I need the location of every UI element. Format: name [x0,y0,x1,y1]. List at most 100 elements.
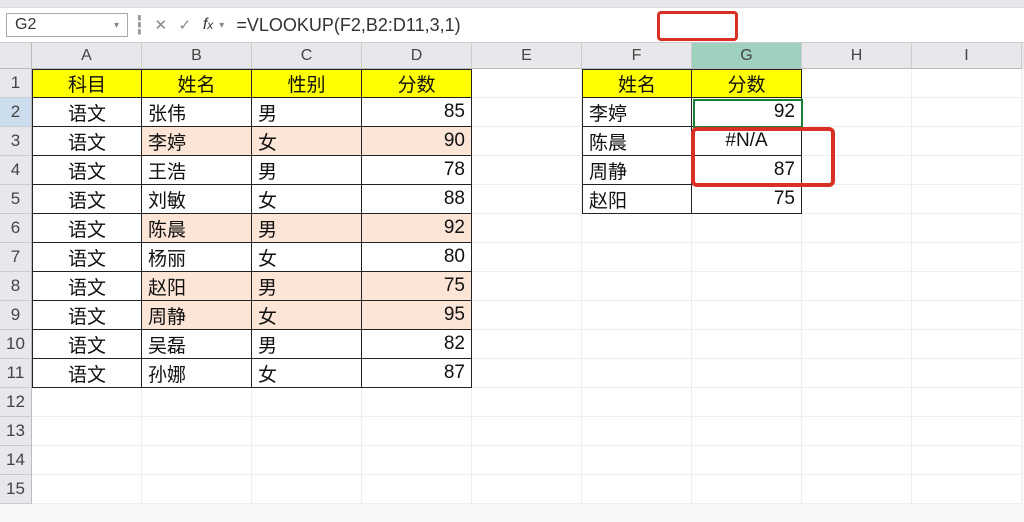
cell[interactable]: 张伟 [142,98,252,127]
cell[interactable] [472,156,582,185]
cell[interactable] [692,214,802,243]
cell[interactable]: 赵阳 [582,185,692,214]
cell[interactable] [802,185,912,214]
cell[interactable] [802,127,912,156]
cell[interactable] [142,417,252,446]
cell[interactable] [912,475,1022,504]
cell[interactable] [692,359,802,388]
cell[interactable] [472,272,582,301]
cell[interactable] [582,417,692,446]
cell[interactable]: 语文 [32,301,142,330]
cell[interactable] [472,98,582,127]
row-header[interactable]: 5 [0,185,32,214]
cell[interactable]: 李婷 [142,127,252,156]
cell[interactable] [142,475,252,504]
cell[interactable]: 女 [252,301,362,330]
cell[interactable]: 分数 [692,69,802,98]
row-header[interactable]: 15 [0,475,32,504]
cell[interactable] [252,417,362,446]
column-header[interactable]: C [252,43,362,69]
cell[interactable] [912,127,1022,156]
cell[interactable] [142,388,252,417]
cell[interactable] [582,272,692,301]
cell[interactable] [472,185,582,214]
cell[interactable] [802,359,912,388]
cell[interactable]: 姓名 [142,69,252,98]
row-header[interactable]: 2 [0,98,32,127]
cell[interactable]: 85 [362,98,472,127]
row-header[interactable]: 6 [0,214,32,243]
cell[interactable]: 75 [362,272,472,301]
name-box[interactable]: G2 ▾ [6,13,128,37]
row-header[interactable]: 8 [0,272,32,301]
cell[interactable] [472,127,582,156]
cell[interactable] [802,388,912,417]
accept-icon[interactable]: ✓ [175,15,195,35]
cell[interactable]: 87 [692,156,802,185]
cell[interactable] [362,475,472,504]
cell[interactable]: 95 [362,301,472,330]
cell[interactable]: 语文 [32,214,142,243]
cell[interactable] [472,301,582,330]
cell[interactable]: 男 [252,98,362,127]
column-header[interactable]: G [692,43,802,69]
row-header[interactable]: 11 [0,359,32,388]
cell[interactable] [912,243,1022,272]
cell[interactable] [802,272,912,301]
cell[interactable] [692,446,802,475]
cell[interactable]: 周静 [582,156,692,185]
cell[interactable]: 语文 [32,272,142,301]
column-header[interactable]: F [582,43,692,69]
cell[interactable] [252,388,362,417]
cell[interactable]: 男 [252,272,362,301]
cell[interactable] [362,417,472,446]
column-header[interactable]: H [802,43,912,69]
cell[interactable]: 87 [362,359,472,388]
cell[interactable] [912,272,1022,301]
cell[interactable] [912,156,1022,185]
cell[interactable]: 男 [252,156,362,185]
cell[interactable]: 90 [362,127,472,156]
cell[interactable] [32,388,142,417]
row-header[interactable]: 9 [0,301,32,330]
cell[interactable]: 分数 [362,69,472,98]
column-header[interactable]: A [32,43,142,69]
cell[interactable] [472,417,582,446]
cell[interactable] [582,359,692,388]
cell[interactable]: 陈晨 [142,214,252,243]
cell[interactable] [32,475,142,504]
row-header[interactable]: 3 [0,127,32,156]
cell[interactable] [472,359,582,388]
cell[interactable] [802,446,912,475]
cell[interactable] [912,446,1022,475]
cell[interactable] [582,475,692,504]
cell[interactable]: 语文 [32,185,142,214]
column-header[interactable]: B [142,43,252,69]
cell[interactable]: 75 [692,185,802,214]
cancel-icon[interactable]: ✕ [151,15,171,35]
chevron-down-icon[interactable]: ▾ [219,20,224,31]
cell[interactable]: 孙娜 [142,359,252,388]
cell[interactable] [802,156,912,185]
cell[interactable]: 80 [362,243,472,272]
row-header[interactable]: 12 [0,388,32,417]
cell[interactable]: 赵阳 [142,272,252,301]
cell[interactable]: 82 [362,330,472,359]
chevron-down-icon[interactable]: ▾ [114,20,119,31]
cell[interactable] [472,69,582,98]
cell[interactable]: 男 [252,330,362,359]
select-all-corner[interactable] [0,43,32,69]
cell[interactable] [692,330,802,359]
cell[interactable]: 男 [252,214,362,243]
cell[interactable] [582,214,692,243]
cell[interactable]: 语文 [32,127,142,156]
cell[interactable] [912,388,1022,417]
cell[interactable] [692,475,802,504]
cell[interactable] [912,69,1022,98]
cell[interactable]: 陈晨 [582,127,692,156]
cell[interactable] [582,243,692,272]
cell[interactable]: 杨丽 [142,243,252,272]
cell[interactable] [692,417,802,446]
cell[interactable] [802,330,912,359]
cell[interactable] [362,388,472,417]
